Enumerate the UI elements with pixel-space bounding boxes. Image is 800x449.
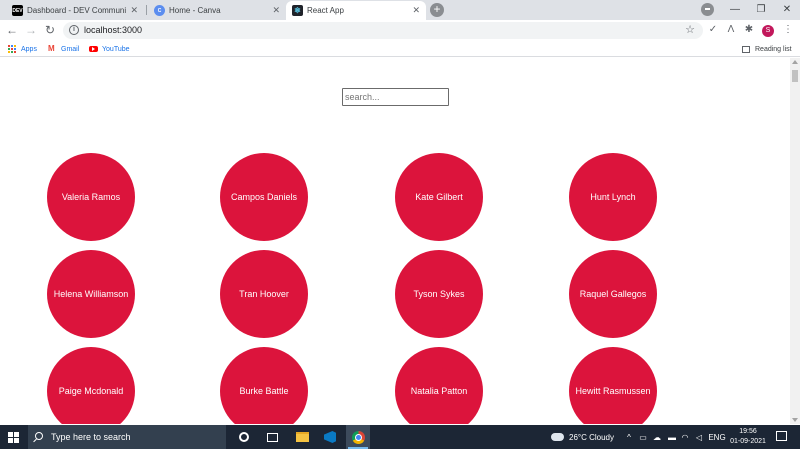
- folder-icon: [295, 432, 309, 442]
- chrome-button[interactable]: [346, 425, 370, 449]
- bookmarks-bar: Apps Gmail YouTube: [0, 41, 800, 57]
- tray-app-icon[interactable]: ▭: [638, 431, 648, 443]
- address-bar[interactable]: i localhost:3000 ☆: [63, 22, 703, 39]
- search-icon: [35, 432, 43, 440]
- vscode-icon: [324, 431, 336, 443]
- tab-title: Home - Canva: [169, 6, 221, 15]
- chrome-icon: [351, 430, 365, 444]
- bookmark-apps[interactable]: Apps: [8, 43, 37, 55]
- clock-date: 01-09-2021: [730, 438, 766, 445]
- url-text[interactable]: localhost:3000: [84, 25, 142, 35]
- youtube-icon: [89, 46, 98, 52]
- page-scrollbar[interactable]: [790, 58, 800, 424]
- robot-card: Tran Hoover: [220, 250, 308, 338]
- reading-list-icon: [742, 45, 750, 53]
- close-tab-icon[interactable]: ✕: [412, 5, 420, 16]
- robot-card: Raquel Gallegos: [569, 250, 657, 338]
- cortana-button[interactable]: [232, 425, 256, 449]
- extension-check-icon[interactable]: ✓: [706, 23, 720, 37]
- battery-icon[interactable]: ▬: [666, 431, 678, 443]
- robot-card: Burke Battle: [220, 347, 308, 424]
- windows-taskbar: Type here to search 26°C Cloudy ^ ▭ ☁ ▬ …: [0, 425, 800, 449]
- canva-favicon-icon: C: [154, 5, 165, 16]
- bookmark-label: YouTube: [102, 45, 130, 53]
- robot-card: Tyson Sykes: [395, 250, 483, 338]
- scroll-thumb[interactable]: [792, 70, 798, 82]
- weather-widget[interactable]: 26°C Cloudy: [551, 431, 614, 443]
- notification-icon[interactable]: [776, 431, 787, 441]
- browser-toolbar: ← → ↻ i localhost:3000 ☆ ✓ Λ ✱ ⋮: [0, 20, 800, 41]
- robot-card: Campos Daniels: [220, 153, 308, 241]
- window-close-button[interactable]: ✕: [774, 0, 800, 20]
- tab-strip: DEV Dashboard - DEV Community ✕ C Home -…: [0, 0, 800, 20]
- cloud-icon: [551, 433, 564, 441]
- forward-button[interactable]: →: [23, 22, 39, 39]
- windows-start-icon[interactable]: [8, 432, 19, 443]
- network-icon[interactable]: ◠: [680, 431, 690, 443]
- robot-card: Paige Mcdonald: [47, 347, 135, 424]
- close-tab-icon[interactable]: ✕: [272, 5, 280, 16]
- file-explorer-button[interactable]: [290, 425, 314, 449]
- scroll-down-icon[interactable]: [792, 418, 798, 422]
- robot-card: Valeria Ramos: [47, 153, 135, 241]
- vscode-button[interactable]: [318, 425, 342, 449]
- minimize-button[interactable]: —: [722, 0, 748, 20]
- back-button[interactable]: ←: [4, 22, 20, 39]
- volume-icon[interactable]: ◁: [694, 431, 704, 443]
- weather-text: 26°C Cloudy: [569, 432, 614, 442]
- react-favicon-icon: ⚛: [292, 5, 303, 16]
- reading-list-button[interactable]: Reading list: [742, 43, 792, 55]
- clock-time: 19:56: [739, 428, 757, 435]
- chevron-up-icon[interactable]: ^: [624, 431, 634, 443]
- bookmark-label: Apps: [21, 45, 37, 53]
- task-view-icon: [266, 432, 278, 442]
- menu-kebab-icon[interactable]: ⋮: [781, 23, 795, 37]
- search-input[interactable]: [342, 88, 449, 106]
- dev-favicon-icon: DEV: [12, 5, 23, 16]
- cortana-icon: [239, 432, 249, 442]
- taskbar-search-box[interactable]: Type here to search: [28, 425, 226, 449]
- bookmark-gmail[interactable]: Gmail: [48, 43, 79, 55]
- robot-card: Helena Williamson: [47, 250, 135, 338]
- task-view-button[interactable]: [260, 425, 284, 449]
- tab-separator: [146, 5, 147, 15]
- extensions-puzzle-icon[interactable]: ✱: [742, 23, 756, 37]
- robot-card: Hunt Lynch: [569, 153, 657, 241]
- gmail-icon: [48, 44, 57, 53]
- page-content: Valeria Ramos Campos Daniels Kate Gilber…: [0, 58, 800, 424]
- robot-card: Natalia Patton: [395, 347, 483, 424]
- scroll-up-icon[interactable]: [792, 60, 798, 64]
- apps-grid-icon: [8, 44, 17, 54]
- taskbar-search-text: Type here to search: [51, 432, 131, 442]
- tab-canva[interactable]: C Home - Canva ✕: [148, 1, 286, 20]
- language-indicator[interactable]: ENG: [708, 431, 726, 443]
- close-tab-icon[interactable]: ✕: [130, 5, 138, 16]
- restore-button[interactable]: ❐: [748, 0, 774, 20]
- new-tab-button[interactable]: +: [430, 3, 444, 17]
- taskbar-clock[interactable]: 19:56 01-09-2021: [728, 427, 768, 447]
- reading-list-label: Reading list: [755, 45, 792, 53]
- site-info-icon[interactable]: i: [69, 25, 79, 35]
- reload-button[interactable]: ↻: [42, 22, 58, 39]
- bookmark-youtube[interactable]: YouTube: [89, 43, 130, 55]
- tab-react-app[interactable]: ⚛ React App ✕: [286, 1, 426, 20]
- robot-card: Hewitt Rasmussen: [569, 347, 657, 424]
- tab-search-icon[interactable]: [701, 3, 714, 16]
- tab-title: Dashboard - DEV Community: [27, 6, 127, 15]
- tab-title: React App: [307, 6, 344, 15]
- onedrive-icon[interactable]: ☁: [652, 431, 662, 443]
- tab-dev-community[interactable]: DEV Dashboard - DEV Community ✕: [6, 1, 144, 20]
- bookmark-star-icon[interactable]: ☆: [685, 23, 695, 36]
- profile-avatar[interactable]: S: [762, 25, 774, 37]
- bookmark-label: Gmail: [61, 45, 80, 53]
- robot-card: Kate Gilbert: [395, 153, 483, 241]
- extension-a-icon[interactable]: Λ: [724, 23, 738, 37]
